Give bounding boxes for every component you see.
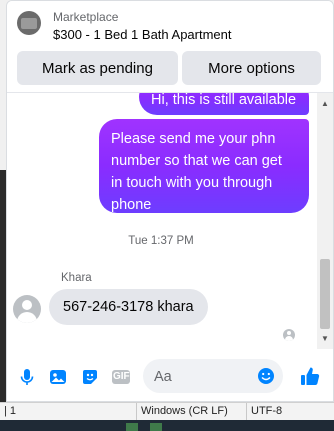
taskbar-app-icon[interactable] — [126, 423, 138, 431]
message-list: Hi, this is still available Please send … — [7, 93, 315, 349]
scroll-up-icon[interactable]: ▲ — [321, 99, 329, 108]
scrollbar[interactable]: ▲ ▼ — [317, 93, 333, 349]
listing-title[interactable]: $300 - 1 Bed 1 Bath Apartment — [53, 27, 232, 42]
message-timestamp: Tue 1:37 PM — [128, 235, 194, 247]
status-line-endings[interactable]: Windows (CR LF) — [141, 405, 228, 417]
gif-icon[interactable]: GIF — [111, 367, 131, 387]
listing-thumbnail[interactable] — [17, 11, 41, 35]
scroll-down-icon[interactable]: ▼ — [321, 334, 329, 343]
more-options-button[interactable]: More options — [182, 51, 321, 85]
emoji-icon[interactable] — [257, 367, 275, 385]
avatar[interactable] — [13, 295, 41, 323]
like-icon[interactable] — [299, 365, 321, 387]
microphone-icon[interactable] — [17, 367, 37, 387]
taskbar-app-icon[interactable] — [150, 423, 162, 431]
chat-window: Marketplace $300 - 1 Bed 1 Bath Apartmen… — [6, 0, 334, 402]
sticker-icon[interactable] — [80, 367, 100, 387]
chat-header: Marketplace $300 - 1 Bed 1 Bath Apartmen… — [7, 1, 333, 93]
sender-name: Khara — [61, 272, 92, 284]
marketplace-label: Marketplace — [53, 10, 119, 24]
mark-as-pending-button[interactable]: Mark as pending — [17, 51, 178, 85]
incoming-message: 567-246-3178 khara — [49, 289, 208, 325]
status-encoding[interactable]: UTF-8 — [251, 405, 282, 417]
gif-label: GIF — [113, 371, 130, 382]
status-position: | 1 — [4, 405, 17, 417]
photo-icon[interactable] — [48, 367, 68, 387]
taskbar — [0, 420, 334, 431]
message-placeholder: Aa — [154, 369, 172, 385]
outgoing-message: Hi, this is still available — [139, 93, 309, 115]
message-input[interactable]: Aa — [143, 359, 283, 393]
editor-status-bar: | 1 Windows (CR LF) UTF-8 — [0, 402, 334, 421]
outgoing-message: Please send me your phn number so that w… — [99, 119, 309, 213]
seen-indicator-icon — [283, 329, 295, 341]
message-composer: GIF Aa — [7, 349, 333, 401]
scrollbar-thumb[interactable] — [320, 259, 330, 329]
